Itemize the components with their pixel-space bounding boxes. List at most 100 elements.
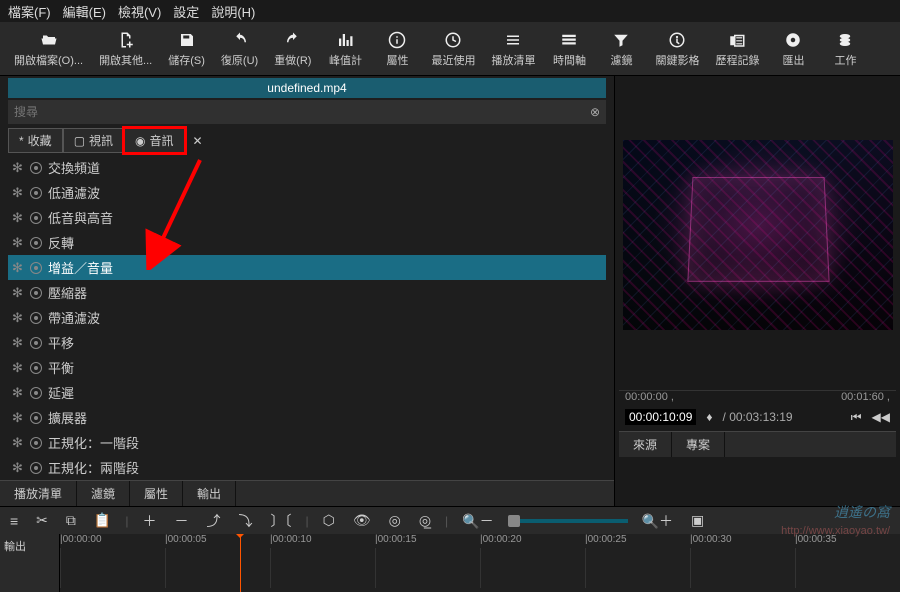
favorite-star-icon[interactable]: ✻ — [12, 210, 24, 226]
tab-project[interactable]: 專案 — [672, 432, 725, 457]
panel-tab-0[interactable]: 播放清單 — [0, 481, 77, 506]
filter-list[interactable]: ✻交換頻道✻低通濾波✻低音與高音✻反轉✻增益／音量✻壓縮器✻帶通濾波✻平移✻平衡… — [8, 155, 606, 480]
favorite-star-icon[interactable]: ✻ — [12, 185, 24, 201]
filter-item[interactable]: ✻ 平衡 — [8, 355, 606, 380]
source-project-tabs: 來源 專案 — [619, 431, 896, 457]
tool-label: 重做(R) — [274, 52, 311, 68]
scrub-icon[interactable]: 👁 — [349, 510, 375, 531]
cut-icon[interactable]: ✂ — [32, 510, 52, 531]
menu-settings[interactable]: 設定 — [173, 2, 199, 21]
tool-undo[interactable]: 復原(U) — [215, 26, 264, 71]
tool-folder-open[interactable]: 開啟檔案(O)... — [8, 26, 89, 71]
filter-item[interactable]: ✻延遲 — [8, 380, 606, 405]
tool-list[interactable]: 播放清單 — [485, 26, 541, 71]
timecode-display[interactable]: 00:00:10:09 — [625, 409, 696, 425]
tool-history[interactable]: 歷程記錄 — [709, 26, 765, 71]
timeline[interactable]: 輸出 |00:00:00|00:00:05|00:00:10|00:00:15|… — [0, 534, 900, 592]
filename-bar: undefined.mp4 — [8, 78, 606, 98]
tab-source[interactable]: 來源 — [619, 432, 672, 457]
tool-save[interactable]: 儲存(S) — [162, 26, 211, 71]
preview-panel: 00:00:00 , 00:01:60 , 00:00:10:09 ♦ / 00… — [615, 76, 900, 506]
duration-display: / 00:03:13:19 — [723, 410, 793, 424]
filter-item[interactable]: ✻低通濾波 — [8, 180, 606, 205]
filter-label: 平衡 — [48, 358, 74, 377]
track-header-output[interactable]: 輸出 — [0, 534, 60, 592]
filter-item[interactable]: ✻正規化：一階段 — [8, 430, 606, 455]
zoom-out-icon[interactable]: 🔍－ — [458, 509, 497, 533]
panel-tab-1[interactable]: 濾鏡 — [77, 481, 130, 506]
tool-file-plus[interactable]: 開啟其他... — [93, 26, 158, 71]
tool-redo[interactable]: 重做(R) — [268, 26, 317, 71]
copy-icon[interactable]: ⧉ — [62, 510, 80, 531]
search-input[interactable] — [14, 105, 590, 119]
panel-tab-3[interactable]: 輸出 — [183, 481, 236, 506]
tool-filter[interactable]: 濾鏡 — [597, 26, 645, 71]
radio-icon — [30, 212, 42, 224]
favorite-star-icon[interactable]: ✻ — [12, 360, 24, 376]
remove-icon[interactable]: － — [170, 509, 192, 533]
favorite-star-icon[interactable]: ✻ — [12, 235, 24, 251]
menu-file[interactable]: 檔案(F) — [8, 2, 51, 21]
ripple-icon[interactable]: ◎ — [385, 510, 405, 531]
timeline-ruler[interactable]: |00:00:00|00:00:05|00:00:10|00:00:15|00:… — [60, 534, 900, 592]
panel-tab-2[interactable]: 屬性 — [130, 481, 183, 506]
overwrite-icon[interactable]: ⤵ — [234, 509, 256, 533]
favorite-star-icon[interactable]: ✻ — [12, 385, 24, 401]
filter-item[interactable]: ✻ 正規化：兩階段 — [8, 455, 606, 480]
history-icon — [728, 30, 746, 50]
favorite-star-icon[interactable]: ✻ — [12, 285, 24, 301]
tool-info[interactable]: 屬性 — [373, 26, 421, 71]
menu-edit[interactable]: 編輯(E) — [63, 2, 106, 21]
favorite-star-icon[interactable]: ✻ — [12, 260, 24, 276]
zoom-in-icon[interactable]: 🔍＋ — [638, 509, 677, 533]
filter-tab-0[interactable]: *收藏 — [8, 128, 63, 153]
zoom-fit-icon[interactable]: ▣ — [687, 510, 708, 531]
tool-jobs[interactable]: 工作 — [821, 26, 869, 71]
tool-peak[interactable]: 峰值計 — [321, 26, 369, 71]
filter-item[interactable]: ✻擴展器 — [8, 405, 606, 430]
clear-search-icon[interactable]: ⊗ — [590, 105, 600, 119]
close-tab-icon[interactable]: ✕ — [189, 134, 207, 148]
filter-item[interactable]: ✻帶通濾波 — [8, 305, 606, 330]
snap-icon[interactable]: ⬡ — [319, 510, 339, 531]
preview-time-ruler[interactable]: 00:00:00 , 00:01:60 , — [619, 390, 896, 403]
ruler-tick: |00:00:00 — [60, 534, 102, 545]
filter-item[interactable]: ✻平移 — [8, 330, 606, 355]
favorite-star-icon[interactable]: ✻ — [12, 160, 24, 176]
tool-timeline[interactable]: 時間軸 — [545, 26, 593, 71]
prev-frame-icon[interactable]: ◀◀ — [872, 410, 890, 424]
jobs-icon — [836, 30, 854, 50]
add-icon[interactable]: ＋ — [138, 509, 160, 533]
radio-icon — [30, 187, 42, 199]
menu-view[interactable]: 檢視(V) — [118, 2, 161, 21]
ripple-all-icon[interactable]: ◎̲ — [415, 510, 435, 531]
filter-tab-1[interactable]: ▢視訊 — [63, 128, 124, 153]
menu-icon[interactable]: ≡ — [6, 511, 22, 531]
search-bar: ⊗ — [8, 100, 606, 124]
favorite-star-icon[interactable]: ✻ — [12, 335, 24, 351]
radio-icon — [30, 287, 42, 299]
filter-item[interactable]: ✻反轉 — [8, 230, 606, 255]
filter-item[interactable]: ✻交換頻道 — [8, 155, 606, 180]
filter-item[interactable]: ✻低音與高音 — [8, 205, 606, 230]
paste-icon[interactable]: 📋 — [90, 510, 115, 531]
lift-icon[interactable]: ⤴ — [202, 509, 224, 533]
favorite-star-icon[interactable]: ✻ — [12, 310, 24, 326]
split-icon[interactable]: 〕〔 — [266, 509, 295, 533]
menu-help[interactable]: 說明(H) — [211, 2, 255, 21]
filter-item[interactable]: ✻壓縮器 — [8, 280, 606, 305]
zoom-slider[interactable] — [508, 519, 628, 523]
playhead[interactable] — [240, 534, 241, 592]
skip-start-icon[interactable]: ⏮ — [851, 410, 862, 425]
favorite-star-icon[interactable]: ✻ — [12, 460, 24, 476]
tool-export[interactable]: 匯出 — [769, 26, 817, 71]
tool-clock[interactable]: 最近使用 — [425, 26, 481, 71]
favorite-star-icon[interactable]: ✻ — [12, 410, 24, 426]
filter-label: 正規化：兩階段 — [48, 458, 139, 477]
video-preview[interactable] — [623, 140, 893, 330]
favorite-star-icon[interactable]: ✻ — [12, 435, 24, 451]
filter-item[interactable]: ✻增益／音量 — [8, 255, 606, 280]
filter-tab-2[interactable]: ◉音訊 — [124, 128, 185, 153]
timeline-icon — [560, 30, 578, 50]
tool-keyframe[interactable]: 關鍵影格 — [649, 26, 705, 71]
